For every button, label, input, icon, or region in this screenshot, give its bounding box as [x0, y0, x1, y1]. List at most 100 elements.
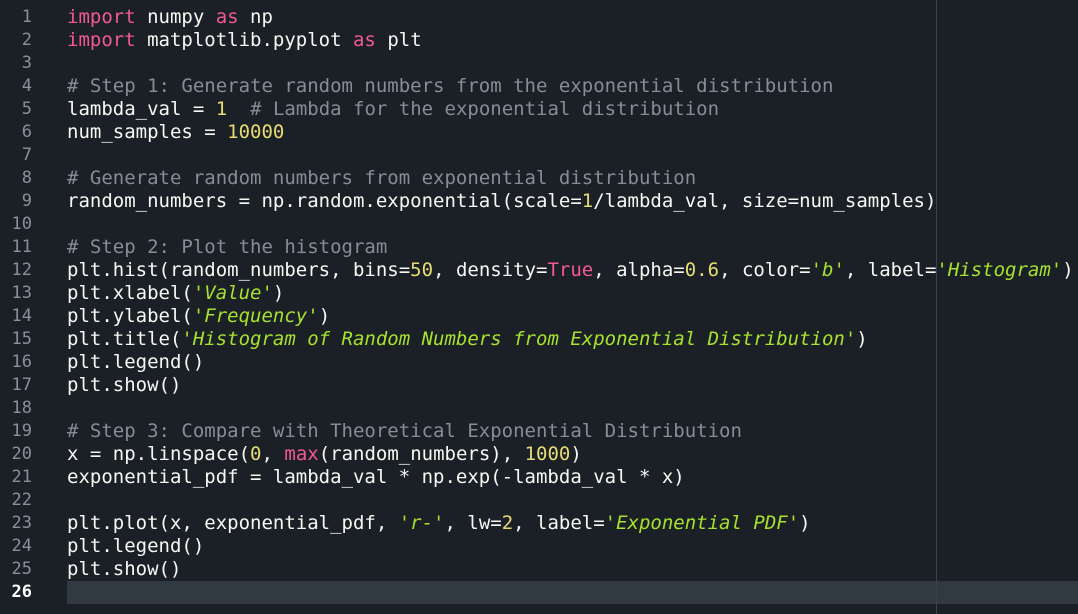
- code-line[interactable]: # Step 1: Generate random numbers from t…: [67, 75, 1078, 98]
- code-line[interactable]: random_numbers = np.random.exponential(s…: [67, 190, 1078, 213]
- code-token: ): [570, 443, 582, 465]
- code-line[interactable]: num_samples = 10000: [67, 121, 1078, 144]
- code-token: lambda_val =: [67, 98, 216, 120]
- line-number: 2: [21, 30, 32, 50]
- line-number: 20: [11, 444, 32, 464]
- code-line[interactable]: plt.title('Histogram of Random Numbers f…: [67, 328, 1078, 351]
- code-line[interactable]: import numpy as np: [67, 6, 1078, 29]
- code-token: 'Exponential PDF': [604, 512, 800, 534]
- code-token: as: [352, 29, 376, 51]
- code-line[interactable]: [67, 581, 1078, 604]
- code-area[interactable]: import numpy as np import matplotlib.pypl…: [67, 6, 1078, 604]
- line-number: 4: [21, 76, 32, 96]
- code-token: 2: [501, 512, 514, 534]
- code-line[interactable]: plt.legend(): [67, 535, 1078, 558]
- code-token: 'Frequency': [192, 305, 319, 327]
- code-token: , label=: [844, 259, 937, 281]
- code-token: plt: [375, 29, 422, 51]
- code-token: 'r-': [398, 512, 445, 534]
- code-token: 0.6: [684, 259, 720, 281]
- line-number: 13: [11, 283, 32, 303]
- code-token: # Step 3: Compare with Theoretical Expon…: [67, 420, 742, 442]
- code-line[interactable]: # Step 3: Compare with Theoretical Expon…: [67, 420, 1078, 443]
- line-number: 16: [11, 352, 32, 372]
- line-number: 5: [21, 99, 32, 119]
- code-token: max: [284, 443, 319, 465]
- line-number: 24: [11, 536, 32, 556]
- code-token: np: [238, 6, 273, 28]
- code-token: 0: [250, 443, 262, 465]
- line-number: 3: [21, 53, 32, 73]
- code-line[interactable]: plt.plot(x, exponential_pdf, 'r-', lw=2,…: [67, 512, 1078, 535]
- code-line[interactable]: plt.ylabel('Frequency'): [67, 305, 1078, 328]
- code-line[interactable]: [67, 213, 1078, 236]
- code-token: 10000: [227, 121, 285, 143]
- line-number: 11: [11, 237, 32, 257]
- code-token: matplotlib.pyplot: [135, 29, 353, 51]
- code-token: 'b': [810, 259, 845, 281]
- code-line[interactable]: exponential_pdf = lambda_val * np.exp(-l…: [67, 466, 1078, 489]
- code-token: ): [318, 305, 331, 327]
- code-line[interactable]: plt.xlabel('Value'): [67, 282, 1078, 305]
- line-number: 26: [11, 582, 32, 602]
- code-token: , label=: [513, 512, 605, 534]
- code-token: 'Histogram of Random Numbers from Expone…: [181, 328, 857, 350]
- code-token: , lw=: [444, 512, 502, 534]
- code-token: as: [215, 6, 239, 28]
- line-number: 22: [11, 490, 32, 510]
- code-token: plt.show(): [67, 374, 182, 396]
- code-token: /lambda_val, size=num_samples): [593, 190, 937, 212]
- code-token: plt.title(: [67, 328, 182, 350]
- line-number: 8: [21, 168, 32, 188]
- code-line[interactable]: [67, 489, 1078, 512]
- code-token: 1000: [524, 443, 571, 465]
- code-line[interactable]: # Generate random numbers from exponenti…: [67, 167, 1078, 190]
- code-token: plt.plot(x, exponential_pdf,: [67, 512, 399, 534]
- code-token: ): [1062, 259, 1074, 281]
- code-token: ): [272, 282, 285, 304]
- code-line[interactable]: lambda_val = 1 # Lambda for the exponent…: [67, 98, 1078, 121]
- code-line[interactable]: x = np.linspace(0, max(random_numbers), …: [67, 443, 1078, 466]
- code-token: ): [856, 328, 868, 350]
- line-number: 10: [11, 214, 32, 234]
- code-token: x = np.linspace(: [67, 443, 251, 465]
- code-token: ): [799, 512, 811, 534]
- line-number: 9: [21, 191, 32, 211]
- line-number: 15: [11, 329, 32, 349]
- code-token: num_samples =: [67, 121, 228, 143]
- code-token: plt.hist(random_numbers, bins=: [67, 259, 411, 281]
- code-token: # Step 2: Plot the histogram: [67, 236, 388, 258]
- code-line[interactable]: plt.show(): [67, 374, 1078, 397]
- code-token: plt.legend(): [67, 535, 205, 557]
- line-number: 25: [11, 559, 32, 579]
- code-line[interactable]: # Step 2: Plot the histogram: [67, 236, 1078, 259]
- line-number: 7: [21, 145, 32, 165]
- code-token: # Generate random numbers from exponenti…: [67, 167, 697, 189]
- code-token: # Step 1: Generate random numbers from t…: [67, 75, 834, 97]
- code-token: , alpha=: [593, 259, 685, 281]
- code-line[interactable]: plt.legend(): [67, 351, 1078, 374]
- code-line[interactable]: plt.show(): [67, 558, 1078, 581]
- code-token: 1: [215, 98, 228, 120]
- line-number: 18: [11, 398, 32, 418]
- code-line[interactable]: [67, 52, 1078, 75]
- code-line[interactable]: plt.hist(random_numbers, bins=50, densit…: [67, 259, 1078, 282]
- code-token: ,: [261, 443, 285, 465]
- line-number: 17: [11, 375, 32, 395]
- line-number: 6: [21, 122, 32, 142]
- code-line[interactable]: import matplotlib.pyplot as plt: [67, 29, 1078, 52]
- code-line[interactable]: [67, 144, 1078, 167]
- line-number: 23: [11, 513, 32, 533]
- code-token: 'Histogram': [936, 259, 1063, 281]
- line-number: 12: [11, 260, 32, 280]
- code-editor[interactable]: 1 2 3 4 5 6 7 8 9 10 11 12 13 14 15 16 17 18 19 20 21 22 23 24 2…: [0, 0, 1078, 614]
- code-token: (random_numbers),: [318, 443, 525, 465]
- code-line[interactable]: [67, 397, 1078, 420]
- code-token: # Lambda for the exponential distributio…: [250, 98, 720, 120]
- line-number-gutter: 1 2 3 4 5 6 7 8 9 10 11 12 13 14 15 16 17 18 19 20 21 22 23 24 2…: [0, 6, 40, 604]
- line-number: 1: [21, 7, 32, 27]
- code-token: 1: [581, 190, 594, 212]
- code-token: plt.xlabel(: [67, 282, 193, 304]
- code-token: plt.ylabel(: [67, 305, 193, 327]
